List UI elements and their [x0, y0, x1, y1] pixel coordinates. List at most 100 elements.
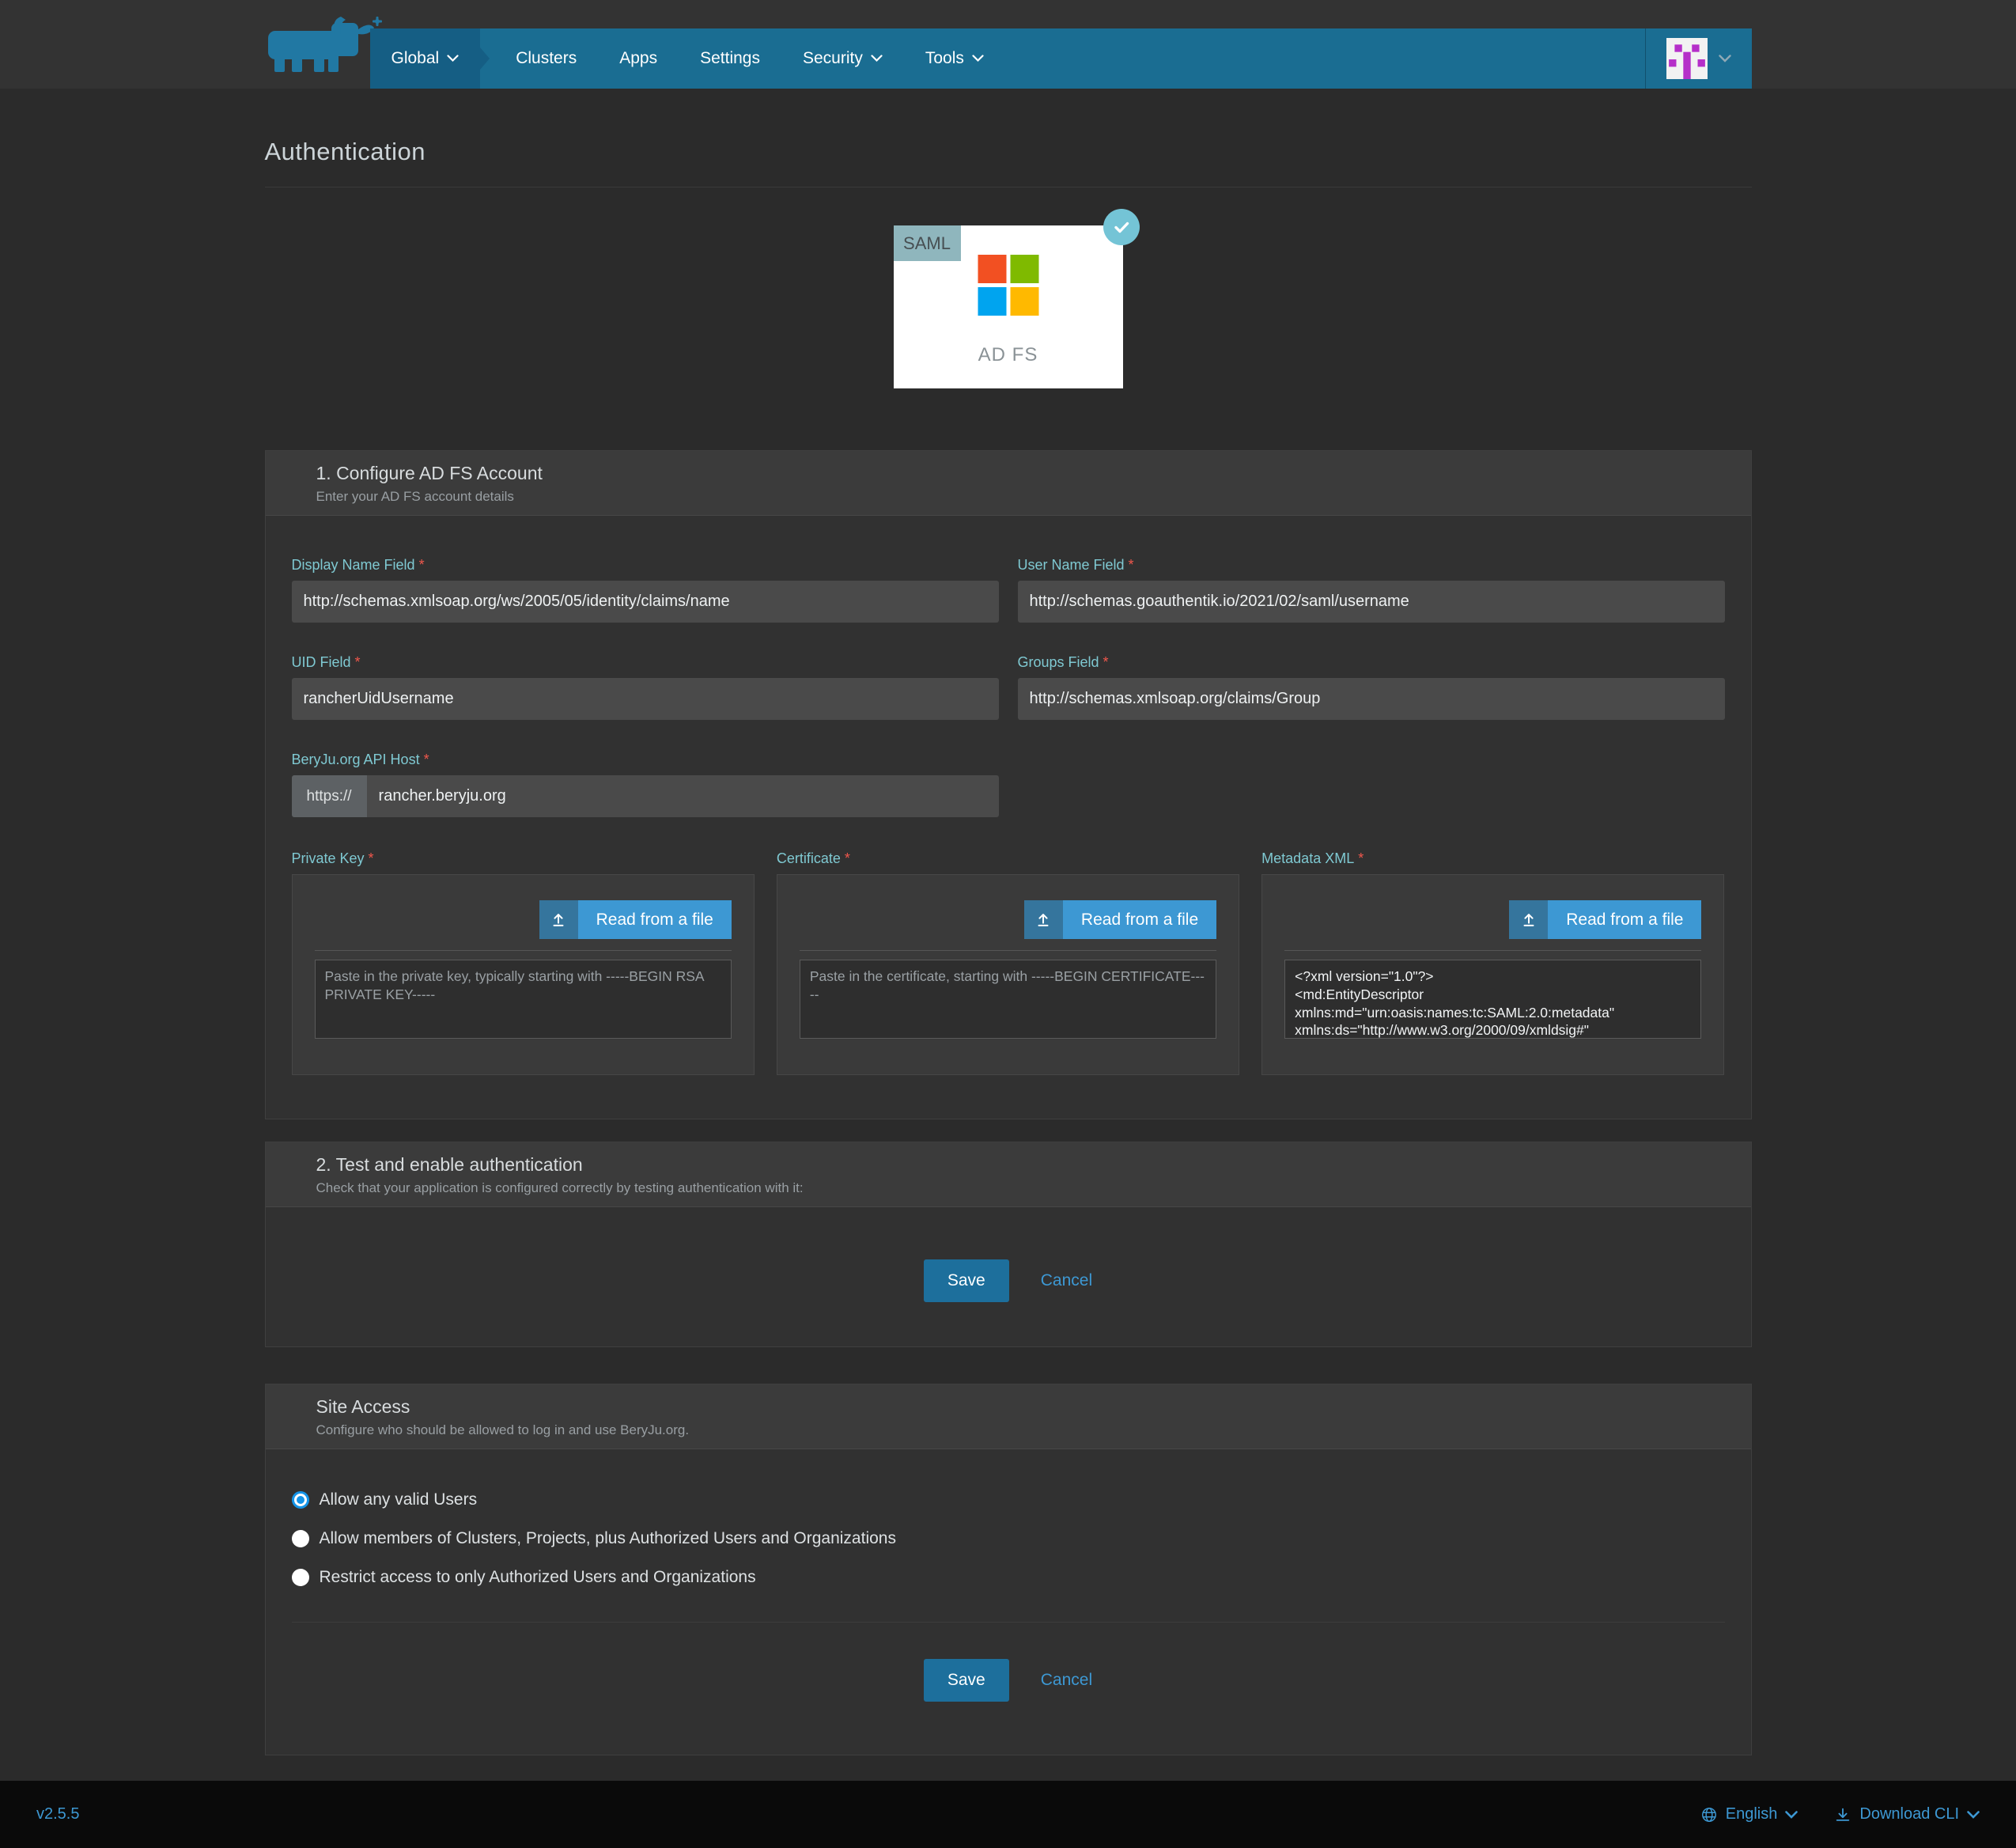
form-field: User Name Field*	[1018, 557, 1725, 623]
uid-field-input[interactable]	[292, 678, 999, 720]
groups-field-label: Groups Field*	[1018, 654, 1725, 671]
api-host-input[interactable]	[367, 775, 999, 817]
required-marker: *	[1103, 654, 1109, 670]
language-label: English	[1726, 1805, 1778, 1823]
nav-item-global[interactable]: Global	[370, 28, 481, 89]
nav-item-label: Global	[391, 49, 440, 68]
metadata-xml-read-file-button[interactable]: Read from a file	[1509, 900, 1701, 939]
nav-item-label: Tools	[925, 49, 964, 68]
download-cli-menu[interactable]: Download CLI	[1834, 1805, 1980, 1823]
radio-allow-members-clusters-projects[interactable]: Allow members of Clusters, Projects, plu…	[292, 1529, 1725, 1548]
test-enable-section: 2. Test and enable authentication Check …	[265, 1142, 1752, 1347]
certificate-field: Certificate* Read from a file	[777, 850, 1239, 1075]
page-title: Authentication	[265, 138, 1752, 166]
upload-icon	[539, 900, 578, 939]
provider-card-zone: SAML AD FS	[265, 187, 1752, 400]
configure-account-section: 1. Configure AD FS Account Enter your AD…	[265, 450, 1752, 1119]
form-field: BeryJu.org API Host* https://	[292, 752, 999, 817]
private-key-field: Private Key* Read from a file	[292, 850, 755, 1075]
section-header: Site Access Configure who should be allo…	[266, 1384, 1751, 1449]
required-marker: *	[355, 654, 361, 670]
radio-button[interactable]	[292, 1530, 309, 1547]
radio-restrict-authorized-only[interactable]: Restrict access to only Authorized Users…	[292, 1568, 1725, 1587]
nav-item-apps[interactable]: Apps	[598, 28, 679, 89]
nav-item-clusters[interactable]: Clusters	[494, 28, 598, 89]
section-subtitle: Check that your application is configure…	[316, 1180, 1700, 1196]
form-field: UID Field*	[292, 654, 999, 720]
page-content: Authentication SAML AD FS 1. Configure A…	[265, 89, 1752, 1755]
form-field: Groups Field*	[1018, 654, 1725, 720]
main-navbar: Global Clusters Apps Settings Security T…	[370, 28, 1752, 89]
required-marker: *	[419, 557, 425, 573]
private-key-textarea[interactable]	[315, 960, 732, 1039]
groups-field-input[interactable]	[1018, 678, 1725, 720]
section-subtitle: Enter your AD FS account details	[316, 489, 1700, 505]
protocol-prefix: https://	[292, 775, 367, 817]
user-name-field-label: User Name Field*	[1018, 557, 1725, 574]
footer: v2.5.5 English Download CLI	[0, 1781, 2016, 1848]
section-title: Site Access	[316, 1396, 1700, 1418]
filebox-divider	[800, 950, 1216, 951]
certificate-read-file-button[interactable]: Read from a file	[1024, 900, 1216, 939]
chevron-down-icon	[972, 55, 984, 62]
top-header: Global Clusters Apps Settings Security T…	[0, 0, 2016, 89]
certificate-box: Read from a file	[777, 874, 1239, 1075]
cancel-button[interactable]: Cancel	[1041, 1271, 1092, 1290]
version-label: v2.5.5	[36, 1805, 79, 1823]
nav-item-settings[interactable]: Settings	[679, 28, 781, 89]
radio-button[interactable]	[292, 1491, 309, 1509]
nav-item-security[interactable]: Security	[781, 28, 904, 89]
provider-card-adfs[interactable]: SAML AD FS	[894, 225, 1123, 388]
download-cli-label: Download CLI	[1859, 1805, 1959, 1823]
save-button[interactable]: Save	[924, 1659, 1009, 1702]
chevron-down-icon	[871, 55, 883, 62]
section-header: 1. Configure AD FS Account Enter your AD…	[266, 451, 1751, 516]
nav-item-tools[interactable]: Tools	[904, 28, 1005, 89]
section-title: 2. Test and enable authentication	[316, 1154, 1700, 1176]
api-host-label: BeryJu.org API Host*	[292, 752, 999, 768]
certificate-label: Certificate*	[777, 850, 1239, 867]
nav-item-label: Settings	[700, 49, 760, 68]
chevron-down-icon	[1785, 1811, 1798, 1819]
chevron-down-icon	[447, 55, 459, 62]
metadata-xml-textarea[interactable]	[1284, 960, 1701, 1039]
save-button[interactable]: Save	[924, 1259, 1009, 1302]
display-name-field-label: Display Name Field*	[292, 557, 999, 574]
provider-name: AD FS	[894, 344, 1123, 366]
filebox-divider	[315, 950, 732, 951]
required-marker: *	[1358, 850, 1364, 866]
chevron-down-icon	[1719, 55, 1731, 62]
language-selector[interactable]: English	[1700, 1805, 1799, 1823]
user-name-field-input[interactable]	[1018, 581, 1725, 623]
nav-item-label: Clusters	[516, 49, 577, 68]
selected-check-icon	[1103, 209, 1140, 245]
private-key-label: Private Key*	[292, 850, 755, 867]
required-marker: *	[845, 850, 850, 866]
section-subtitle: Configure who should be allowed to log i…	[316, 1422, 1700, 1438]
cancel-button[interactable]: Cancel	[1041, 1671, 1092, 1690]
radio-allow-any-valid-users[interactable]: Allow any valid Users	[292, 1490, 1725, 1509]
globe-icon	[1700, 1806, 1718, 1823]
metadata-xml-label: Metadata XML*	[1261, 850, 1724, 867]
section-header: 2. Test and enable authentication Check …	[266, 1142, 1751, 1207]
certificate-textarea[interactable]	[800, 960, 1216, 1039]
nav-item-label: Security	[803, 49, 863, 68]
user-menu[interactable]	[1645, 28, 1752, 89]
radio-button[interactable]	[292, 1569, 309, 1586]
uid-field-label: UID Field*	[292, 654, 999, 671]
microsoft-logo-icon	[978, 255, 1038, 316]
nav-active-arrow	[480, 47, 490, 70]
download-icon	[1834, 1806, 1851, 1823]
upload-icon	[1509, 900, 1548, 939]
form-field: Display Name Field*	[292, 557, 999, 623]
display-name-field-input[interactable]	[292, 581, 999, 623]
section-title: 1. Configure AD FS Account	[316, 463, 1700, 484]
private-key-read-file-button[interactable]: Read from a file	[539, 900, 732, 939]
filebox-divider	[1284, 950, 1701, 951]
metadata-xml-box: Read from a file	[1261, 874, 1724, 1075]
nav-item-label: Apps	[619, 49, 657, 68]
required-marker: *	[424, 752, 429, 767]
site-access-section: Site Access Configure who should be allo…	[265, 1384, 1752, 1755]
saml-badge: SAML	[894, 225, 961, 261]
chevron-down-icon	[1967, 1811, 1980, 1819]
